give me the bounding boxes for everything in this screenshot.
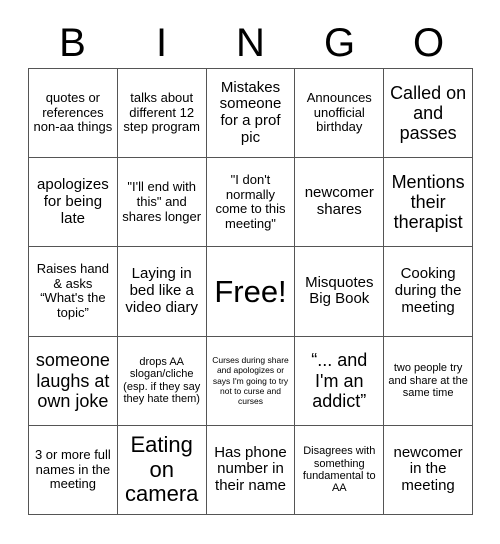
bingo-square-label: Disagrees with something fundamental to …: [302, 445, 376, 495]
bingo-square-label: newcomer shares: [304, 184, 374, 219]
header-letter-o: O: [412, 21, 445, 65]
bingo-free-space[interactable]: Free!: [206, 247, 296, 337]
header-letter-b: B: [59, 21, 86, 65]
bingo-square[interactable]: newcomer in the meeting: [384, 425, 473, 515]
bingo-square[interactable]: Announces unofficial birthday: [295, 69, 385, 159]
bingo-square-label: Curses during share and apologizes or sa…: [212, 354, 289, 407]
bingo-square[interactable]: Laying in bed like a video diary: [117, 247, 207, 337]
header-letter-i: I: [155, 21, 168, 65]
bingo-square[interactable]: apologizes for being late: [29, 158, 118, 248]
header-letter-n: N: [236, 21, 265, 65]
bingo-square-label: Mentions their therapist: [391, 172, 465, 233]
bingo-square[interactable]: talks about different 12 step program: [117, 69, 207, 159]
bingo-square-label: quotes or references non-aa things: [33, 90, 113, 135]
bingo-square-label: Has phone number in their name: [214, 443, 287, 495]
bingo-header: B I N G O: [28, 18, 473, 68]
bingo-square[interactable]: someone laughs at own joke: [29, 336, 118, 426]
bingo-square[interactable]: two people try and share at the same tim…: [384, 336, 473, 426]
bingo-square-label: Announces unofficial birthday: [306, 90, 372, 135]
bingo-square[interactable]: "I'll end with this" and shares longer: [117, 158, 207, 248]
bingo-card: B I N G O quotes or references non-aa th…: [0, 0, 500, 544]
bingo-square-label: Misquotes Big Book: [305, 273, 374, 308]
bingo-square-label: "I'll end with this" and shares longer: [122, 179, 202, 224]
bingo-square-label: Mistakes someone for a prof pic: [219, 78, 282, 146]
bingo-square[interactable]: Mistakes someone for a prof pic: [206, 69, 296, 159]
bingo-square-label: newcomer in the meeting: [393, 443, 463, 495]
bingo-square-label: two people try and share at the same tim…: [388, 362, 468, 399]
bingo-square[interactable]: Curses during share and apologizes or sa…: [206, 336, 296, 426]
bingo-square-label: Free!: [214, 273, 287, 309]
bingo-square-label: 3 or more full names in the meeting: [34, 447, 111, 492]
bingo-square[interactable]: drops AA slogan/cliche (esp. if they say…: [117, 336, 207, 426]
bingo-square[interactable]: Misquotes Big Book: [295, 247, 385, 337]
bingo-square-label: talks about different 12 step program: [123, 90, 200, 135]
bingo-square[interactable]: “... and I'm an addict”: [295, 336, 385, 426]
bingo-square-label: Laying in bed like a video diary: [125, 265, 198, 316]
bingo-square-label: Cooking during the meeting: [394, 265, 462, 316]
bingo-square[interactable]: Disagrees with something fundamental to …: [295, 425, 385, 515]
bingo-square-label: Raises hand & asks “What's the topic”: [36, 261, 110, 321]
bingo-square[interactable]: Raises hand & asks “What's the topic”: [29, 247, 118, 337]
bingo-square[interactable]: Mentions their therapist: [384, 158, 473, 248]
bingo-square-label: Eating on camera: [125, 431, 199, 507]
bingo-square[interactable]: Called on and passes: [384, 69, 473, 159]
bingo-square-label: someone laughs at own joke: [35, 350, 110, 411]
bingo-square[interactable]: "I don't normally come to this meeting": [206, 158, 296, 248]
bingo-square[interactable]: 3 or more full names in the meeting: [29, 425, 118, 515]
bingo-square[interactable]: Has phone number in their name: [206, 425, 296, 515]
bingo-square-label: apologizes for being late: [37, 176, 109, 227]
bingo-square[interactable]: quotes or references non-aa things: [29, 69, 118, 159]
bingo-square[interactable]: Cooking during the meeting: [384, 247, 473, 337]
header-letter-g: G: [323, 21, 356, 65]
bingo-square-label: drops AA slogan/cliche (esp. if they say…: [123, 356, 201, 405]
bingo-grid: quotes or references non-aa things talks …: [28, 68, 473, 515]
bingo-square-label: "I don't normally come to this meeting": [215, 172, 286, 231]
bingo-square-label: Called on and passes: [390, 82, 467, 144]
bingo-square[interactable]: newcomer shares: [295, 158, 385, 248]
bingo-square-label: “... and I'm an addict”: [311, 350, 368, 411]
bingo-square[interactable]: Eating on camera: [117, 425, 207, 515]
